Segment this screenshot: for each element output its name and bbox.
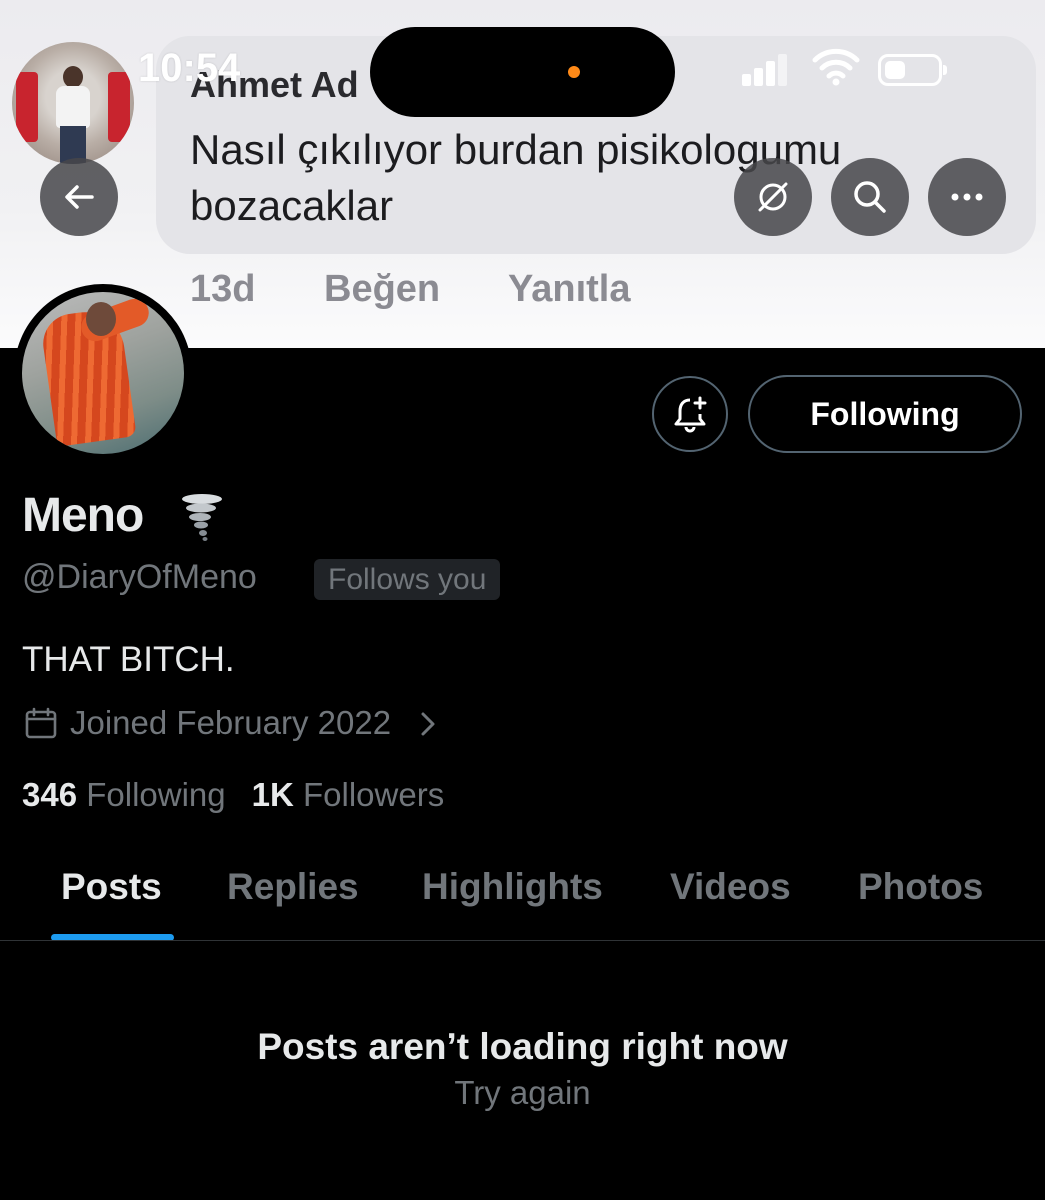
wifi-icon (812, 48, 860, 86)
profile-avatar[interactable] (14, 284, 192, 462)
comment-avatar (12, 42, 134, 164)
notifications-button[interactable] (652, 376, 728, 452)
try-again-link[interactable]: Try again (0, 1074, 1045, 1112)
posts-error-title: Posts aren’t loading right now (257, 1026, 788, 1067)
tornado-icon (182, 494, 222, 541)
following-button[interactable]: Following (748, 375, 1022, 453)
tab-videos[interactable]: Videos (670, 866, 791, 908)
tab-replies[interactable]: Replies (227, 866, 359, 908)
following-stat[interactable]: 346 Following (22, 776, 226, 813)
status-time: 10:54 (138, 46, 241, 90)
tab-photos[interactable]: Photos (858, 866, 983, 908)
cellular-signal-icon (742, 50, 796, 86)
profile-name: Meno (22, 489, 144, 542)
followers-stat[interactable]: 1K Followers (252, 776, 445, 813)
mute-button[interactable] (734, 158, 812, 236)
following-stat-label: Following (86, 776, 226, 813)
more-icon (951, 193, 983, 201)
battery-icon (878, 54, 947, 86)
profile-bio: THAT BITCH. (22, 640, 235, 679)
calendar-icon (25, 707, 57, 739)
joined-date[interactable]: Joined February 2022 (70, 704, 391, 742)
comment-like-label: Beğen (324, 268, 441, 310)
tab-divider (0, 940, 1045, 941)
search-icon (854, 181, 886, 213)
bell-plus-icon (674, 396, 707, 433)
tab-posts[interactable]: Posts (61, 866, 162, 908)
privacy-indicator-dot (568, 66, 580, 78)
followers-stat-label: Followers (303, 776, 445, 813)
profile-handle: @DiaryOfMeno (22, 558, 257, 596)
back-button[interactable] (40, 158, 118, 236)
chevron-right-icon[interactable] (418, 710, 438, 738)
mute-icon (758, 182, 788, 212)
followers-count: 1K (251, 776, 294, 813)
comment-reply-label: Yanıtla (508, 268, 631, 310)
dynamic-island (370, 27, 675, 117)
follows-you-badge: Follows you (314, 559, 501, 600)
comment-age: 13d (190, 268, 256, 310)
more-button[interactable] (928, 158, 1006, 236)
tab-highlights[interactable]: Highlights (422, 866, 603, 908)
follow-stats: 346 Following 1K Followers (22, 776, 444, 814)
back-icon (65, 185, 94, 209)
following-count: 346 (22, 776, 78, 813)
search-button[interactable] (831, 158, 909, 236)
